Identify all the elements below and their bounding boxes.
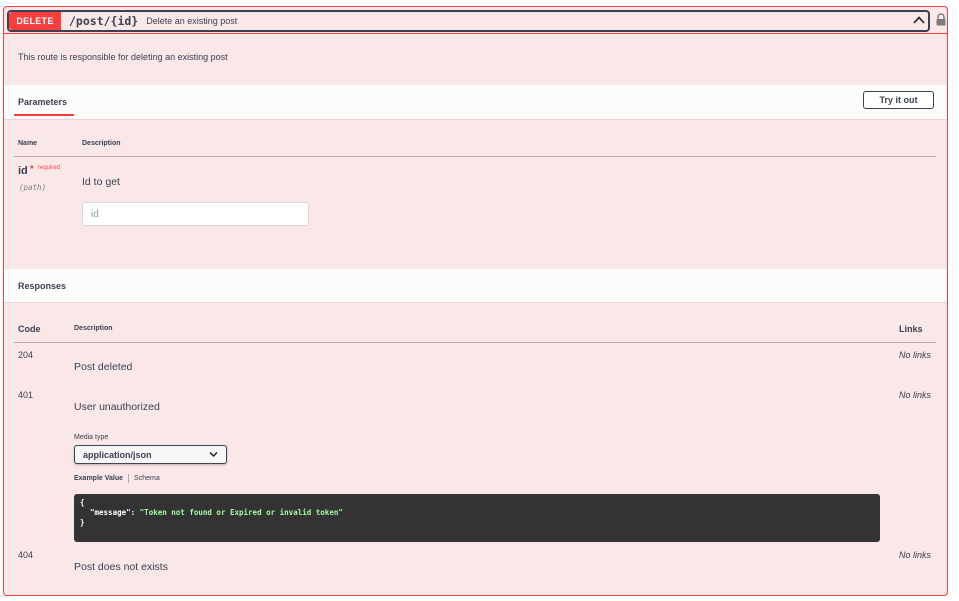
param-col-description: Description [82,140,121,147]
required-star: * [30,164,34,175]
id-input[interactable]: id [82,202,309,226]
tab-schema[interactable]: Schema [134,475,160,482]
chevron-up-icon[interactable] [912,13,926,27]
json-colon: : [130,508,140,517]
resp-header-rule [14,342,936,343]
example-value-code: { "message": "Token not found or Expired… [74,494,880,542]
response-code-204: 204 [18,350,34,360]
media-type-value: application/json [83,449,152,460]
response-links-401: No links [898,390,931,400]
operation-block-delete: DELETE /post/{id} Delete an existing pos… [3,6,948,596]
operation-summary-text: Delete an existing post [146,16,238,26]
example-tabs: Example Value Schema [74,474,160,483]
json-value: "Token not found or Expired or invalid t… [139,508,343,517]
response-desc-401: User unauthorized [74,401,160,413]
param-col-name: Name [18,140,38,147]
chevron-down-icon [209,451,218,458]
json-key: "message" [90,508,131,517]
media-type-label: Media type [74,434,109,441]
tab-active-indicator [14,114,74,116]
summary-divider [4,33,947,34]
json-open-brace: { [80,498,85,507]
response-links-204: No links [898,350,931,360]
json-close-brace: } [80,518,85,527]
operation-summary[interactable]: DELETE /post/{id} Delete an existing pos… [7,10,930,32]
required-label: required [38,165,61,171]
param-name: id [18,165,28,177]
param-description: Id to get [82,176,120,188]
resp-col-links: Links [899,324,923,334]
responses-header: Responses [4,269,947,303]
responses-title: Responses [18,281,67,291]
resp-col-description: Description [74,325,113,332]
response-desc-404: Post does not exists [74,561,168,573]
param-header-rule [14,156,936,157]
try-it-out-button[interactable]: Try it out [863,91,934,109]
resp-col-code: Code [18,324,41,334]
media-type-select[interactable]: application/json [74,445,227,464]
tab-separator [128,474,130,483]
tab-parameters[interactable]: Parameters [18,97,67,107]
operation-description: This route is responsible for deleting a… [18,52,228,62]
param-location: (path) [19,183,47,192]
json-line: "message": "Token not found or Expired o… [80,508,874,518]
response-links-404: No links [898,550,931,560]
parameters-header: Parameters Try it out [4,85,947,120]
response-code-404: 404 [18,550,34,560]
operation-path: /post/{id} [69,14,139,28]
tab-example-value[interactable]: Example Value [74,475,123,482]
response-code-401: 401 [18,390,34,400]
lock-icon[interactable] [935,13,947,26]
method-badge: DELETE [9,12,61,30]
response-desc-204: Post deleted [74,361,133,373]
